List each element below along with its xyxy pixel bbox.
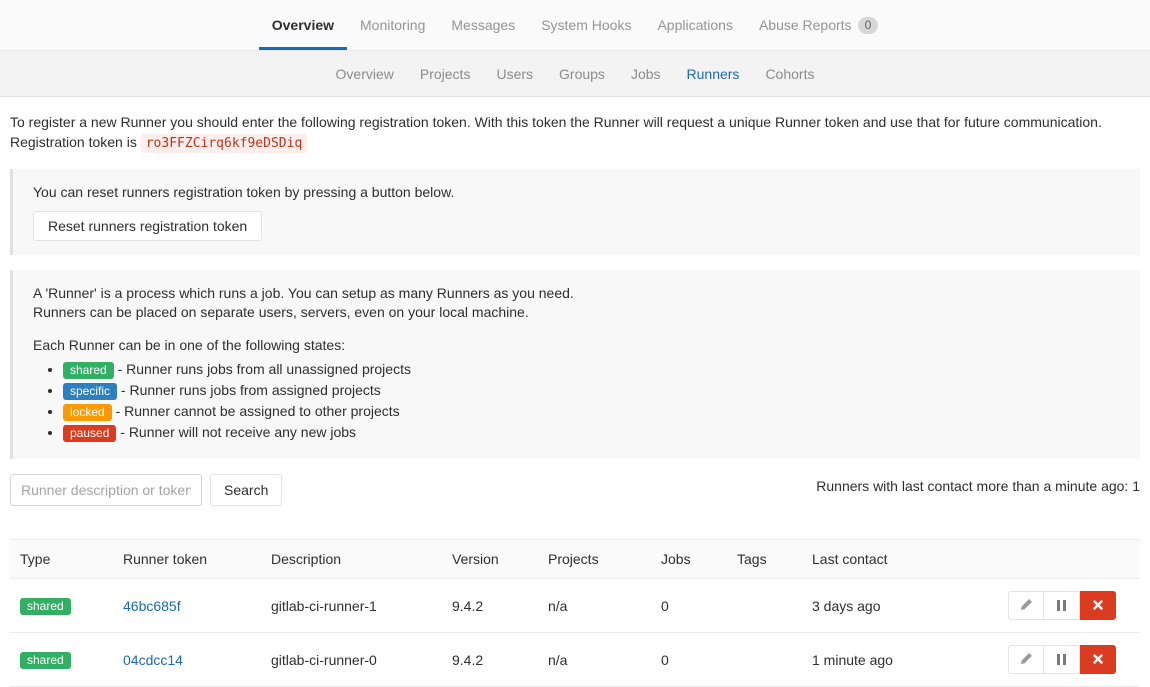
runner-jobs: 0 — [651, 579, 727, 633]
runner-info-panel: A 'Runner' is a process which runs a job… — [10, 270, 1140, 459]
runner-type-badge: shared — [20, 652, 71, 669]
registration-intro: To register a new Runner you should ente… — [10, 112, 1140, 154]
remove-icon — [1093, 598, 1103, 613]
runner-tags — [727, 579, 802, 633]
edit-runner-button[interactable] — [1008, 645, 1044, 674]
runners-last-contact-stats: Runners with last contact more than a mi… — [816, 478, 1140, 494]
reset-token-panel: You can reset runners registration token… — [10, 169, 1140, 255]
overview-sub-nav: Overview Projects Users Groups Jobs Runn… — [0, 51, 1150, 97]
runner-search-row: Search Runners with last contact more th… — [10, 474, 1140, 506]
col-type: Type — [10, 540, 113, 579]
runner-version: 9.4.2 — [442, 633, 538, 687]
runner-last-contact: 1 minute ago — [802, 633, 987, 687]
col-version: Version — [442, 540, 538, 579]
paused-state-badge: paused — [63, 425, 116, 442]
search-button[interactable]: Search — [210, 474, 282, 506]
runner-info-line1: A 'Runner' is a process which runs a job… — [33, 284, 1120, 303]
remove-icon — [1093, 652, 1103, 667]
tab-messages[interactable]: Messages — [438, 0, 528, 50]
registration-token-line: Registration token is ro3FFZCirq6kf9eDSD… — [10, 132, 1140, 154]
tab-abuse-reports[interactable]: Abuse Reports 0 — [746, 0, 891, 50]
abuse-reports-count-badge: 0 — [858, 17, 879, 34]
registration-intro-line: To register a new Runner you should ente… — [10, 112, 1140, 132]
state-shared-item: shared - Runner runs jobs from all unass… — [63, 361, 1120, 379]
pause-icon — [1057, 600, 1066, 611]
subtab-users[interactable]: Users — [483, 66, 546, 82]
runner-tags — [727, 633, 802, 687]
subtab-cohorts[interactable]: Cohorts — [752, 66, 827, 82]
state-specific-item: specific - Runner runs jobs from assigne… — [63, 382, 1120, 400]
runner-token-link[interactable]: 04cdcc14 — [123, 652, 183, 668]
table-row: shared 04cdcc14 gitlab-ci-runner-0 9.4.2… — [10, 633, 1140, 687]
col-projects: Projects — [538, 540, 651, 579]
pencil-icon — [1020, 652, 1033, 668]
pencil-icon — [1020, 598, 1033, 614]
admin-top-nav: Overview Monitoring Messages System Hook… — [0, 0, 1150, 51]
state-paused-item: paused - Runner will not receive any new… — [63, 424, 1120, 442]
subtab-groups[interactable]: Groups — [546, 66, 618, 82]
table-row: shared 46bc685f gitlab-ci-runner-1 9.4.2… — [10, 579, 1140, 633]
subtab-runners[interactable]: Runners — [674, 66, 753, 82]
runner-last-contact: 3 days ago — [802, 579, 987, 633]
tab-overview[interactable]: Overview — [259, 0, 347, 50]
runners-table: Type Runner token Description Version Pr… — [10, 539, 1140, 687]
runner-search-input[interactable] — [10, 474, 202, 506]
shared-state-badge: shared — [63, 362, 114, 379]
pause-runner-button[interactable] — [1044, 645, 1080, 674]
state-locked-item: locked - Runner cannot be assigned to ot… — [63, 403, 1120, 421]
col-description: Description — [261, 540, 442, 579]
runner-jobs: 0 — [651, 633, 727, 687]
pause-icon — [1057, 654, 1066, 665]
runner-version: 9.4.2 — [442, 579, 538, 633]
col-last-contact: Last contact — [802, 540, 987, 579]
col-tags: Tags — [727, 540, 802, 579]
col-runner-token: Runner token — [113, 540, 261, 579]
table-header-row: Type Runner token Description Version Pr… — [10, 540, 1140, 579]
runner-info-line2: Runners can be placed on separate users,… — [33, 303, 1120, 322]
tab-applications[interactable]: Applications — [644, 0, 746, 50]
tab-monitoring[interactable]: Monitoring — [347, 0, 438, 50]
runner-states-list: shared - Runner runs jobs from all unass… — [33, 361, 1120, 442]
reset-registration-token-button[interactable]: Reset runners registration token — [33, 211, 262, 241]
registration-token-value[interactable]: ro3FFZCirq6kf9eDSDiq — [141, 134, 308, 153]
runner-projects: n/a — [538, 579, 651, 633]
reset-token-text: You can reset runners registration token… — [33, 183, 1120, 202]
subtab-overview[interactable]: Overview — [323, 66, 407, 82]
runner-token-link[interactable]: 46bc685f — [123, 598, 181, 614]
runners-page: To register a new Runner you should ente… — [0, 97, 1150, 687]
col-actions — [987, 540, 1140, 579]
runner-description: gitlab-ci-runner-1 — [261, 579, 442, 633]
col-jobs: Jobs — [651, 540, 727, 579]
runner-states-intro: Each Runner can be in one of the followi… — [33, 336, 1120, 355]
edit-runner-button[interactable] — [1008, 591, 1044, 620]
pause-runner-button[interactable] — [1044, 591, 1080, 620]
locked-state-badge: locked — [63, 404, 112, 421]
specific-state-badge: specific — [63, 383, 117, 400]
delete-runner-button[interactable] — [1080, 591, 1116, 620]
tab-system-hooks[interactable]: System Hooks — [528, 0, 644, 50]
delete-runner-button[interactable] — [1080, 645, 1116, 674]
subtab-projects[interactable]: Projects — [407, 66, 484, 82]
runner-projects: n/a — [538, 633, 651, 687]
runner-description: gitlab-ci-runner-0 — [261, 633, 442, 687]
subtab-jobs[interactable]: Jobs — [618, 66, 674, 82]
runner-type-badge: shared — [20, 598, 71, 615]
